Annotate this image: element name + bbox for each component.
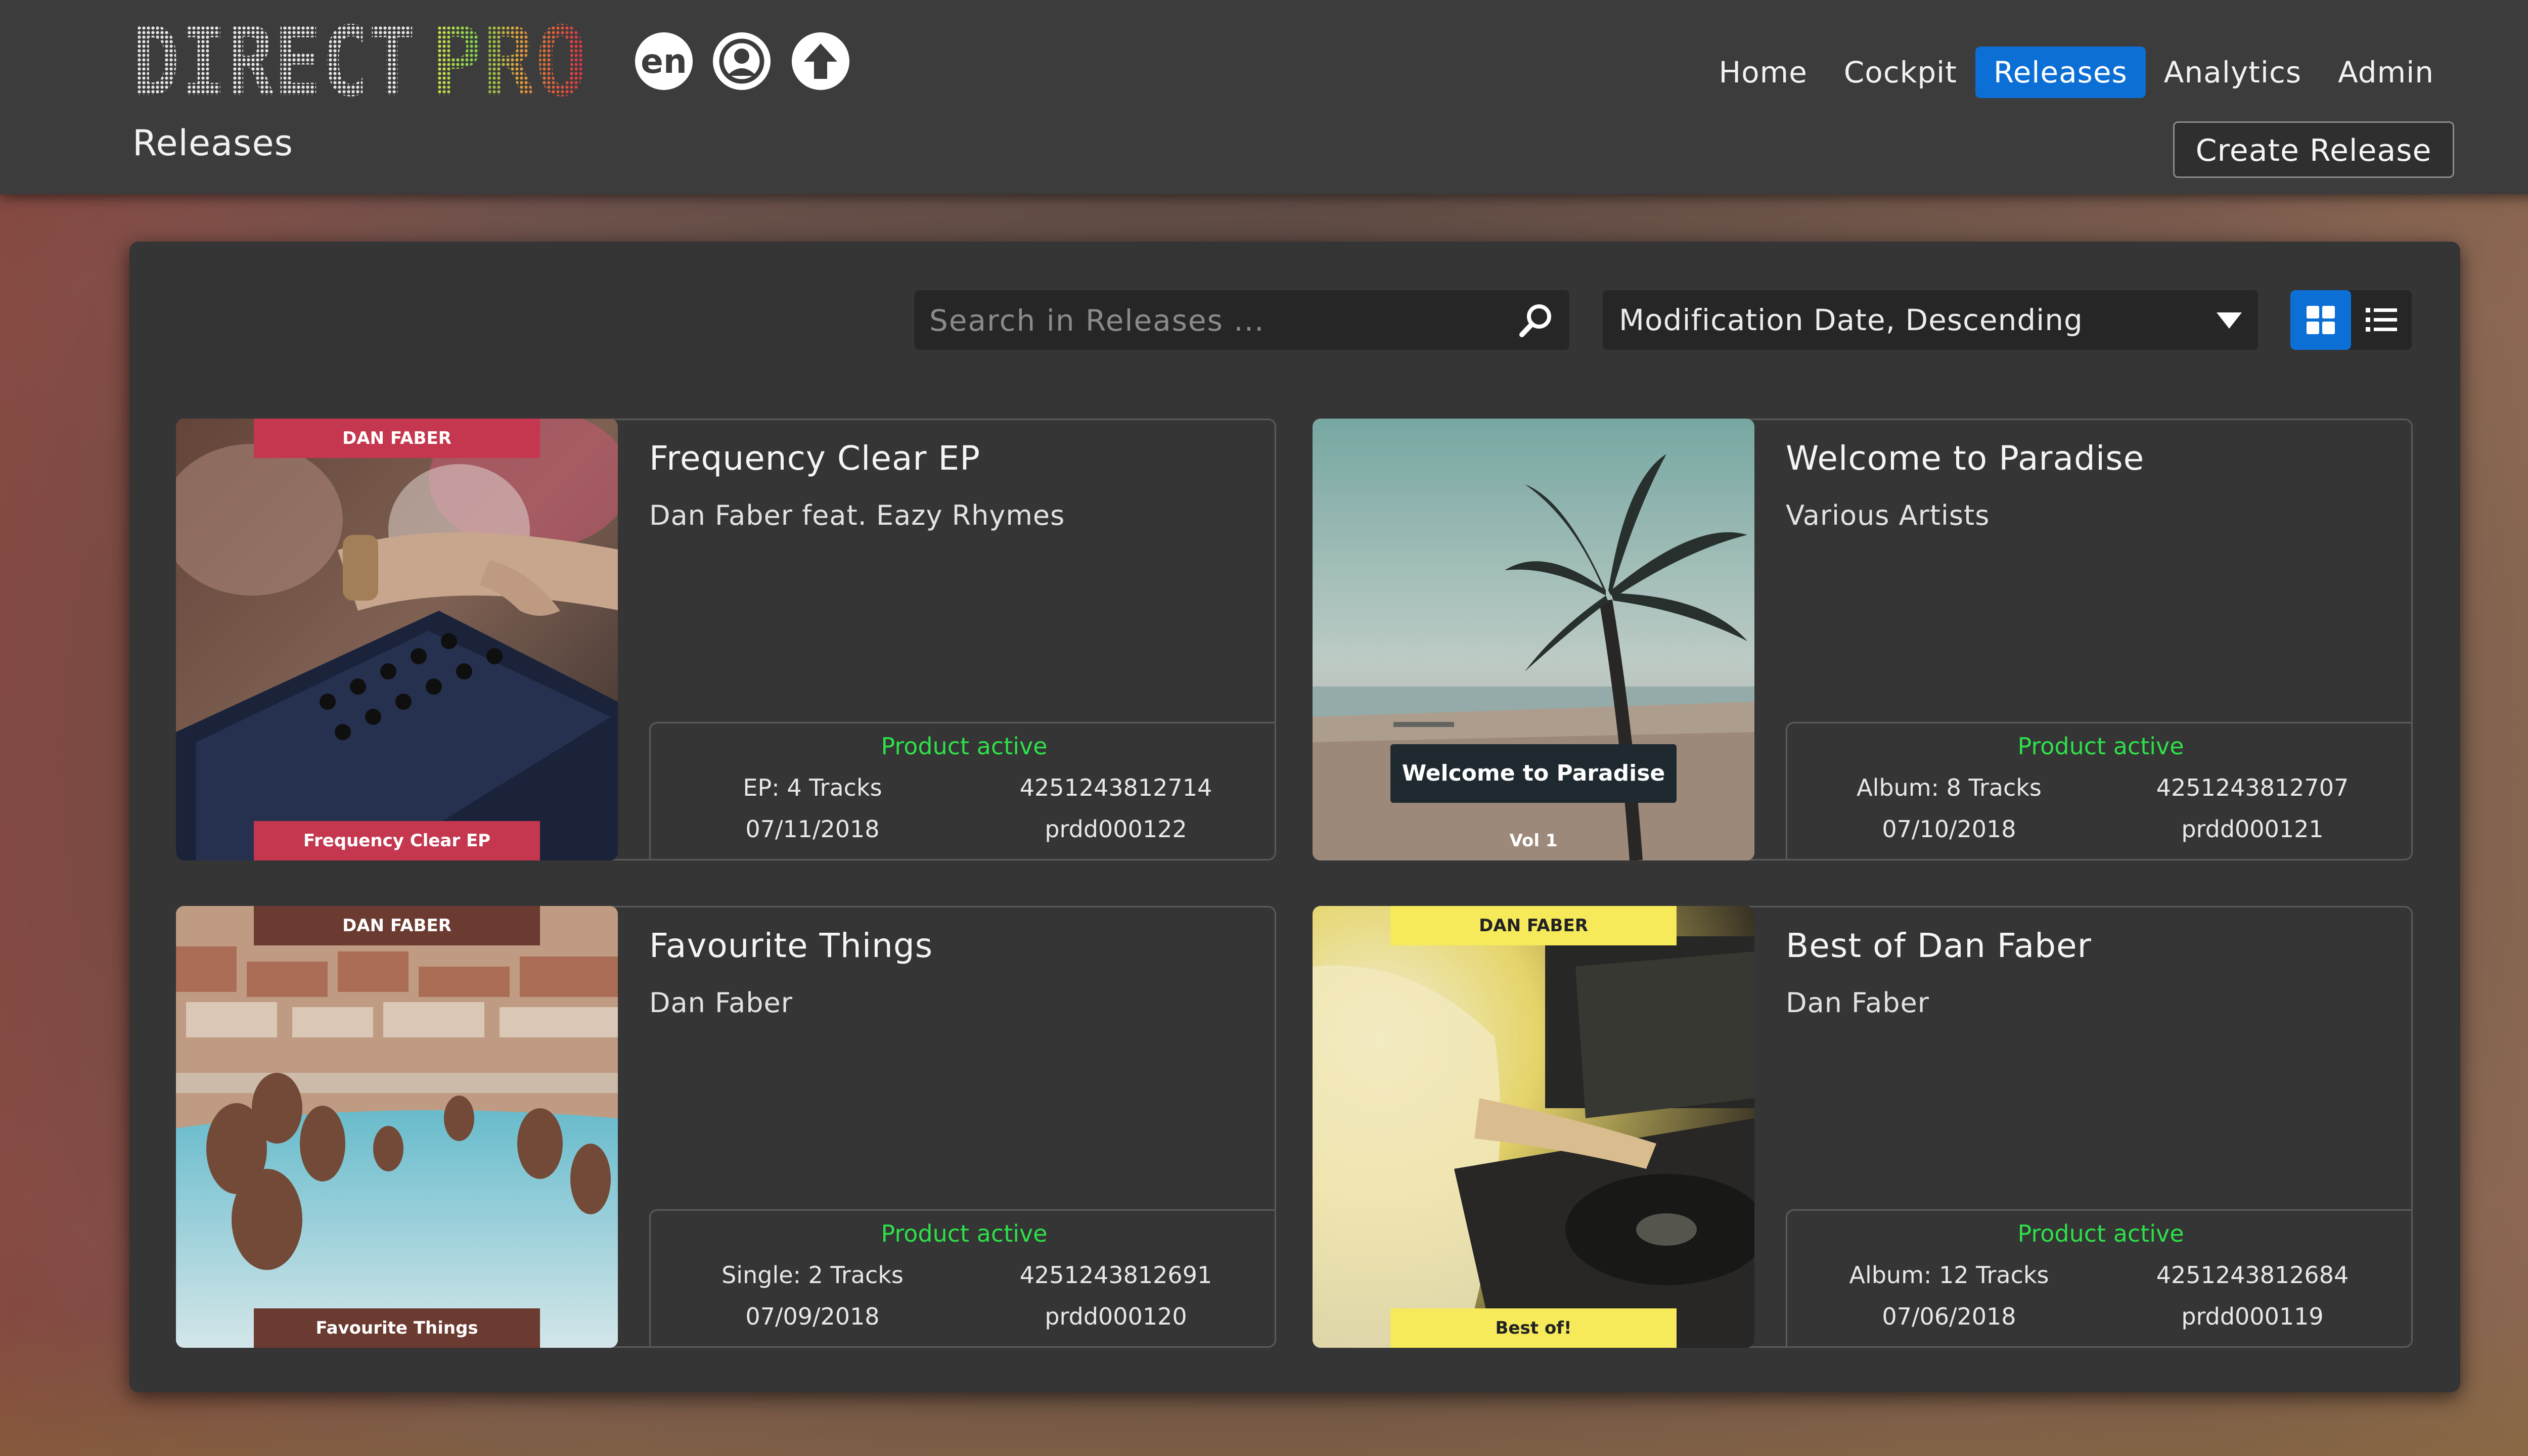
release-info: Product active Album: 12 Tracks 42512438… xyxy=(1786,1209,2413,1348)
release-format: Single: 2 Tracks xyxy=(721,1261,904,1289)
list-view-button[interactable] xyxy=(2351,290,2412,350)
release-title[interactable]: Best of Dan Faber xyxy=(1786,926,2092,965)
release-ean: 4251243812707 xyxy=(2156,774,2349,801)
status-badge: Product active xyxy=(881,1220,1048,1247)
release-card[interactable]: DAN FABER Frequency Clear EP Frequency C… xyxy=(176,419,1276,860)
upload-button[interactable] xyxy=(792,32,849,90)
cover-art: Welcome to Paradise Vol 1 xyxy=(1313,419,1754,860)
cover-title-tag: Favourite Things xyxy=(254,1308,540,1348)
release-date: 07/11/2018 xyxy=(745,815,880,843)
cover-artist-tag: DAN FABER xyxy=(1390,906,1677,945)
release-info: Product active Album: 8 Tracks 425124381… xyxy=(1786,722,2413,860)
logo-pro-text: PRO xyxy=(431,21,588,100)
grid-icon xyxy=(2307,306,2335,334)
page-title: Releases xyxy=(132,122,293,164)
language-button[interactable]: en xyxy=(635,32,693,90)
release-date: 07/10/2018 xyxy=(1882,815,2016,843)
nav-releases[interactable]: Releases xyxy=(1975,47,2146,98)
cover-title-tag: Best of! xyxy=(1390,1308,1677,1348)
release-date: 07/06/2018 xyxy=(1882,1303,2016,1330)
release-artist: Various Artists xyxy=(1786,499,1990,531)
cover-volume-label: Vol 1 xyxy=(1509,831,1558,851)
release-ean: 4251243812684 xyxy=(2156,1261,2349,1289)
cover-art: DAN FABER Favourite Things xyxy=(176,906,618,1348)
release-artist: Dan Faber xyxy=(649,987,793,1019)
release-title[interactable]: Favourite Things xyxy=(649,926,933,965)
upload-arrow-icon xyxy=(804,43,837,79)
release-id: prdd000119 xyxy=(2181,1303,2324,1330)
release-card[interactable]: Welcome to Paradise Vol 1 Welcome to Par… xyxy=(1313,419,2413,860)
cover-art: DAN FABER Best of! xyxy=(1313,906,1754,1348)
cover-title-tag: Frequency Clear EP xyxy=(254,821,540,860)
status-badge: Product active xyxy=(881,733,1048,760)
grid-view-button[interactable] xyxy=(2290,290,2351,350)
release-card[interactable]: DAN FABER Favourite Things Favourite Thi… xyxy=(176,906,1276,1348)
release-format: Album: 8 Tracks xyxy=(1857,774,2042,801)
app-header: DIRECT PRO en Home Cockpit Releases Anal… xyxy=(0,0,2528,194)
release-title[interactable]: Welcome to Paradise xyxy=(1786,439,2144,478)
search-input[interactable] xyxy=(914,290,1507,351)
view-toggle xyxy=(2290,290,2412,350)
release-id: prdd000122 xyxy=(1045,815,1187,843)
release-info: Product active Single: 2 Tracks 42512438… xyxy=(649,1209,1276,1348)
list-icon xyxy=(2366,308,2397,332)
turntable-artwork xyxy=(1313,906,1754,1348)
release-ean: 4251243812714 xyxy=(1019,774,1212,801)
release-format: EP: 4 Tracks xyxy=(743,774,882,801)
logo-direct-text: DIRECT xyxy=(132,21,416,100)
release-id: prdd000121 xyxy=(2181,815,2324,843)
release-ean: 4251243812691 xyxy=(1019,1261,1212,1289)
language-label: en xyxy=(641,41,687,81)
direct-pro-logo[interactable]: DIRECT PRO xyxy=(132,21,590,100)
search-icon[interactable] xyxy=(1517,301,1554,339)
user-icon xyxy=(719,38,764,84)
release-artist: Dan Faber feat. Eazy Rhymes xyxy=(649,499,1065,531)
sort-select[interactable]: Modification Date, Descending xyxy=(1603,290,2258,350)
nav-admin[interactable]: Admin xyxy=(2320,47,2452,98)
nav-analytics[interactable]: Analytics xyxy=(2146,47,2320,98)
chevron-down-icon xyxy=(2217,312,2242,329)
release-id: prdd000120 xyxy=(1045,1303,1187,1330)
search-box xyxy=(914,290,1569,351)
profile-button[interactable] xyxy=(713,32,771,90)
cover-artist-tag: DAN FABER xyxy=(254,906,540,945)
cover-artist-tag: DAN FABER xyxy=(254,419,540,458)
nav-home[interactable]: Home xyxy=(1700,47,1825,98)
create-release-button[interactable]: Create Release xyxy=(2173,121,2454,178)
release-info: Product active EP: 4 Tracks 425124381271… xyxy=(649,722,1276,860)
release-artist: Dan Faber xyxy=(1786,987,1929,1019)
pool-party-artwork xyxy=(176,906,618,1348)
release-date: 07/09/2018 xyxy=(745,1303,880,1330)
status-badge: Product active xyxy=(2017,1220,2184,1247)
main-nav: Home Cockpit Releases Analytics Admin xyxy=(1700,47,2452,98)
cover-art: DAN FABER Frequency Clear EP xyxy=(176,419,618,860)
release-card[interactable]: DAN FABER Best of! Best of Dan Faber Dan… xyxy=(1313,906,2413,1348)
release-title[interactable]: Frequency Clear EP xyxy=(649,439,980,478)
cover-title-tag: Welcome to Paradise xyxy=(1390,744,1677,803)
sort-selected-value: Modification Date, Descending xyxy=(1619,303,2083,337)
nav-cockpit[interactable]: Cockpit xyxy=(1826,47,1975,98)
release-format: Album: 12 Tracks xyxy=(1849,1261,2049,1289)
dj-mixer-artwork xyxy=(176,419,618,860)
status-badge: Product active xyxy=(2017,733,2184,760)
